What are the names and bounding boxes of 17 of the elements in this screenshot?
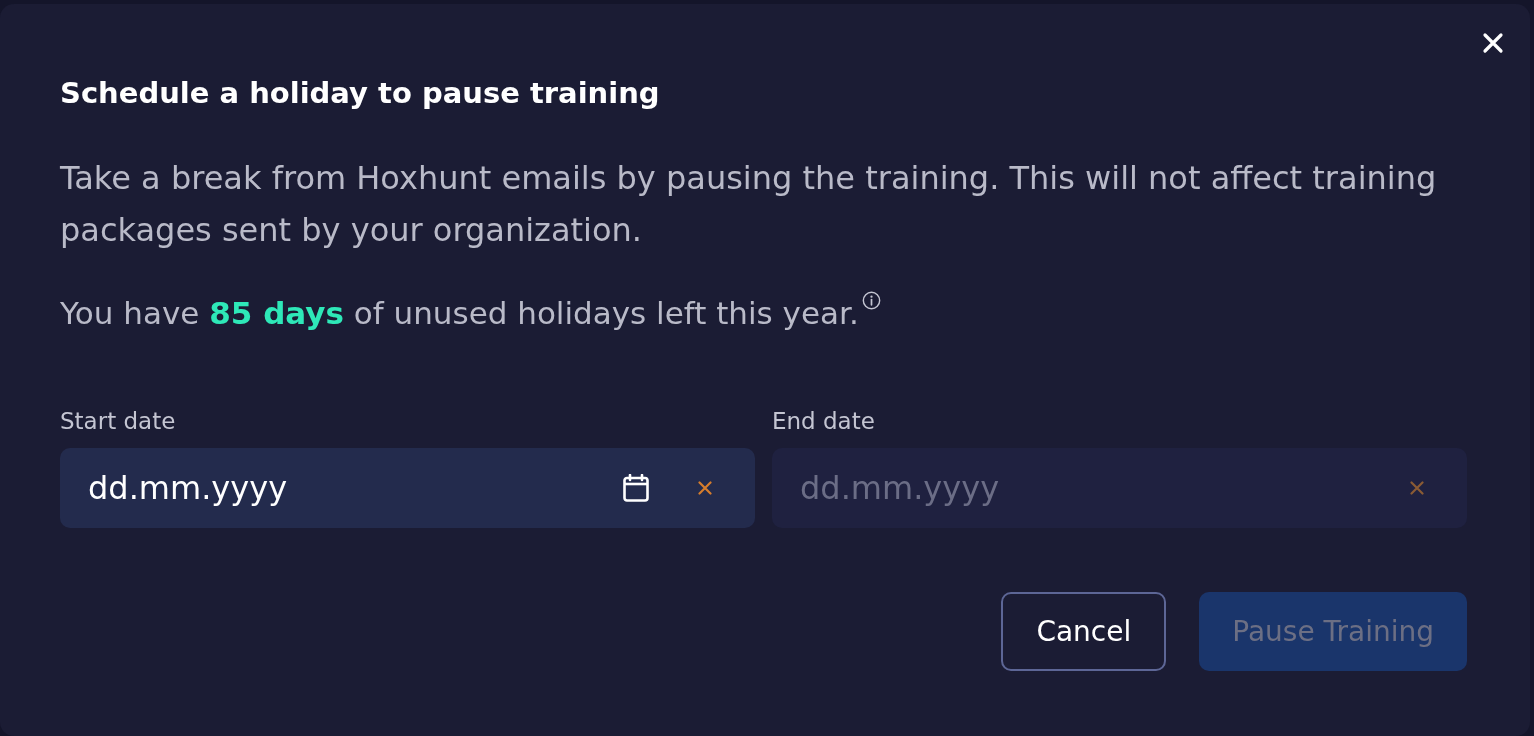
close-button[interactable] xyxy=(1481,31,1505,55)
close-icon xyxy=(1481,31,1505,55)
date-field[interactable]: dd.mm.yyyy xyxy=(60,448,755,528)
calendar-icon xyxy=(623,474,649,502)
info-icon xyxy=(861,291,881,310)
date-field-label: End date xyxy=(772,407,875,435)
clear-icon xyxy=(1410,481,1424,495)
dialog-description: Take a break from Hoxhunt emails by pausing the training. This will not affect training packages sent by your organization. xyxy=(60,158,1438,251)
clear-button[interactable] xyxy=(698,481,712,495)
clear-button[interactable] xyxy=(1410,481,1424,495)
calendar-button[interactable] xyxy=(623,474,649,502)
info-button[interactable] xyxy=(861,291,881,310)
dialog-title: Schedule a holiday to pause training xyxy=(60,76,660,110)
holiday-allowance-text: You have 85 days of unused holidays left this year. xyxy=(60,294,859,333)
date-field-label: Start date xyxy=(60,407,176,435)
clear-icon xyxy=(698,481,712,495)
cancel-button[interactable]: Cancel xyxy=(1001,592,1167,671)
